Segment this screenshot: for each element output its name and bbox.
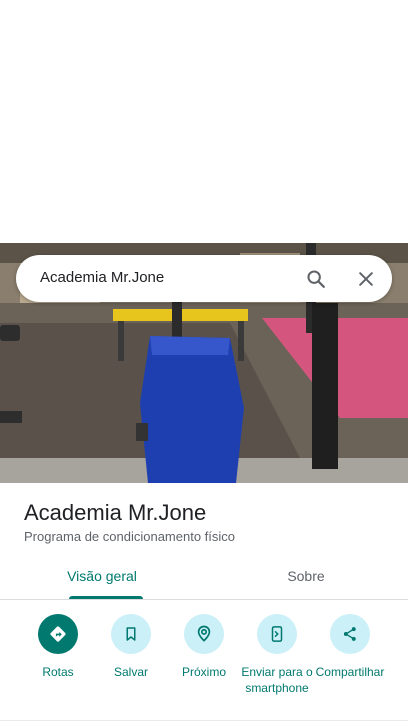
search-icon[interactable] bbox=[302, 265, 330, 293]
map-area[interactable] bbox=[0, 0, 408, 243]
nearby-icon bbox=[184, 614, 224, 654]
place-category[interactable]: Programa de condicionamento físico bbox=[24, 529, 235, 544]
share-label: Compartilhar bbox=[315, 665, 385, 679]
directions-button[interactable]: Rotas bbox=[18, 612, 98, 680]
share-icon bbox=[330, 614, 370, 654]
send-to-phone-button[interactable]: Enviar para o smartphone bbox=[237, 612, 317, 696]
search-input[interactable]: Academia Mr.Jone bbox=[40, 269, 164, 286]
close-icon[interactable] bbox=[352, 265, 380, 293]
share-button[interactable]: Compartilhar bbox=[310, 612, 390, 680]
place-name: Academia Mr.Jone bbox=[24, 500, 207, 525]
tab-selected-indicator bbox=[69, 596, 143, 599]
save-button[interactable]: Salvar bbox=[91, 612, 171, 680]
nearby-label: Próximo bbox=[181, 665, 226, 679]
tab-overview[interactable]: Visão geral bbox=[0, 556, 204, 600]
directions-label: Rotas bbox=[42, 665, 74, 679]
send-to-phone-icon bbox=[257, 614, 297, 654]
nearby-button[interactable]: Próximo bbox=[164, 612, 244, 680]
directions-icon bbox=[38, 614, 78, 654]
search-bar[interactable]: Academia Mr.Jone bbox=[16, 255, 392, 302]
save-label: Salvar bbox=[113, 665, 148, 679]
send-to-phone-label: Enviar para o smartphone bbox=[241, 665, 313, 695]
tab-about[interactable]: Sobre bbox=[204, 556, 408, 600]
action-row: Rotas Salvar Próximo Enviar para o smart… bbox=[0, 612, 408, 712]
bookmark-icon bbox=[111, 614, 151, 654]
divider bbox=[0, 720, 408, 721]
tab-bar: Visão geral Sobre bbox=[0, 556, 408, 600]
